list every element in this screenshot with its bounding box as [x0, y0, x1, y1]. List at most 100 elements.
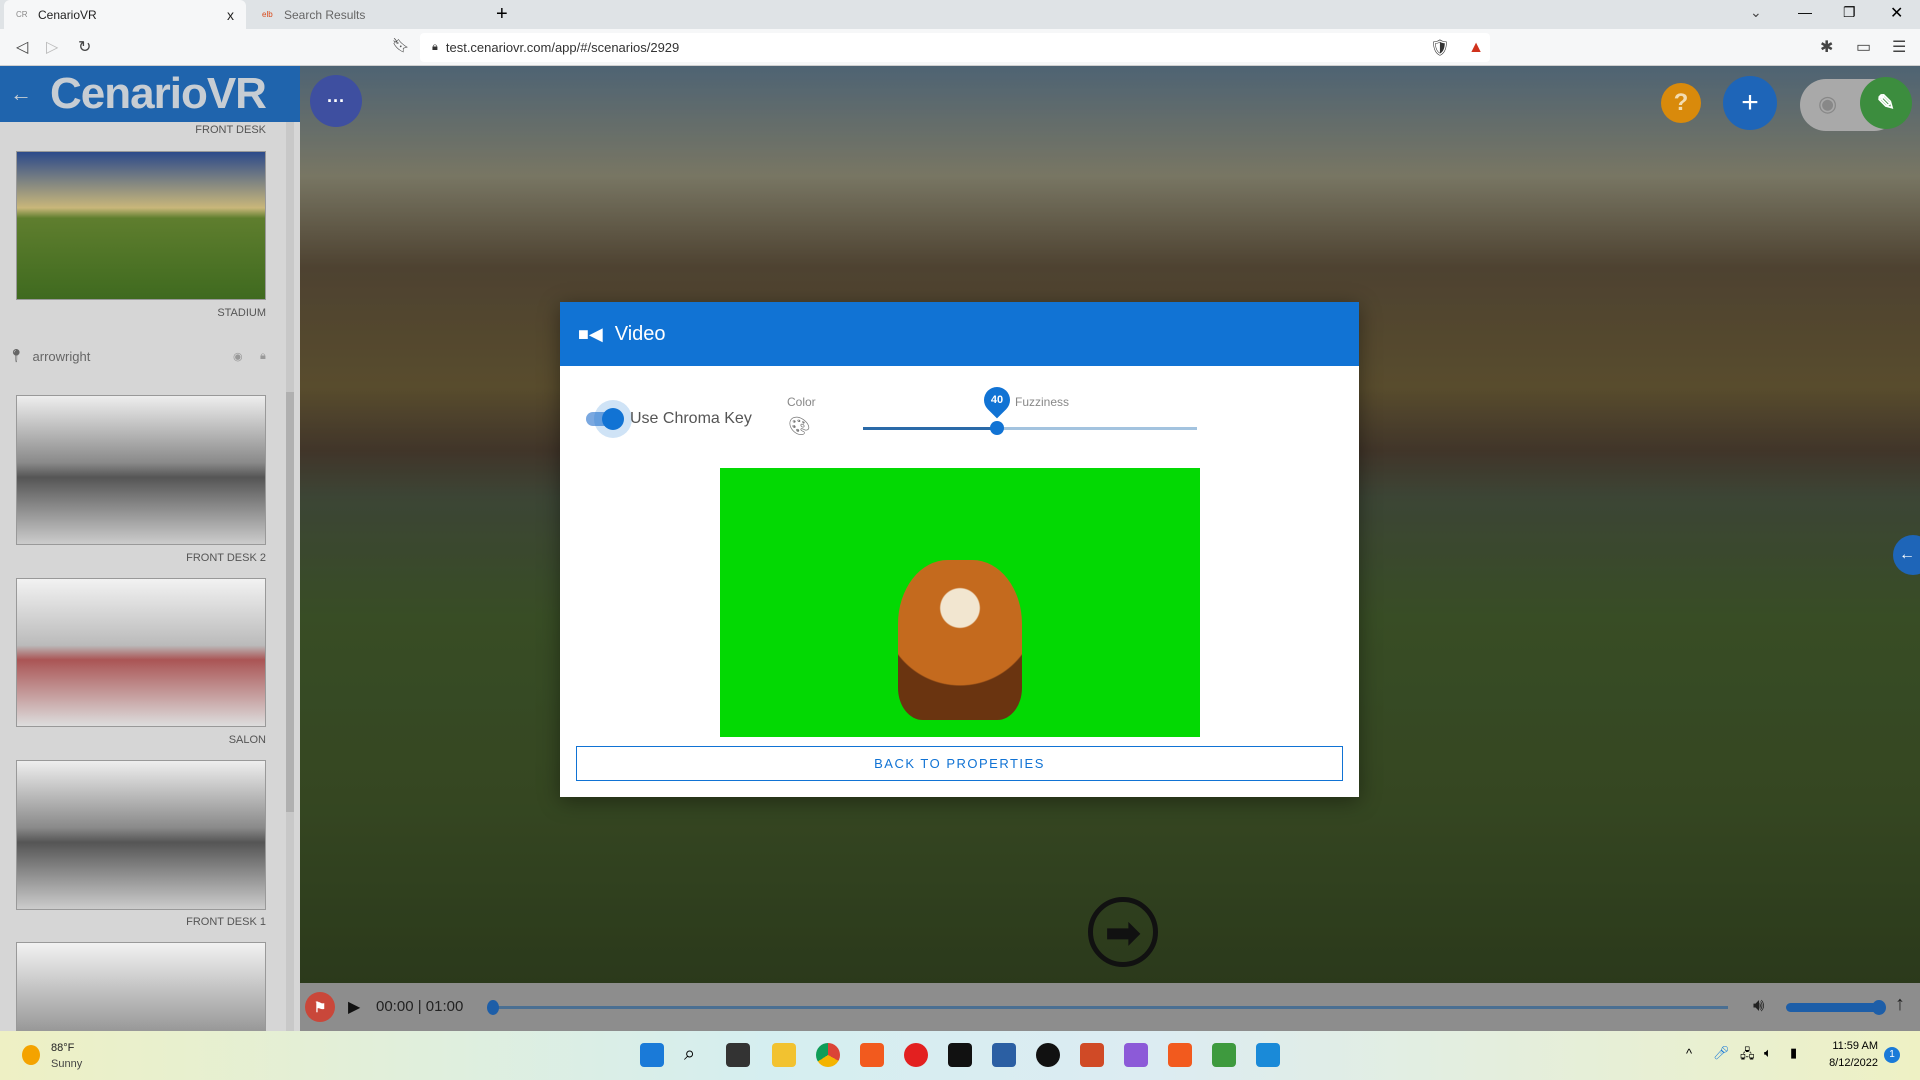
battery-icon[interactable]: ▮: [1790, 1045, 1797, 1061]
volume-thumb[interactable]: [1872, 1000, 1886, 1015]
notification-badge[interactable]: 1: [1884, 1047, 1900, 1063]
task-view-icon[interactable]: [726, 1043, 750, 1067]
slider-value-bubble: 40: [978, 381, 1015, 419]
color-picker-palette-icon[interactable]: 🎨︎: [788, 416, 811, 437]
scrollbar-thumb[interactable]: [286, 392, 294, 812]
clipchamp-icon[interactable]: [1124, 1043, 1148, 1067]
network-icon[interactable]: 🖧: [1740, 1045, 1755, 1067]
url-text: test.cenariovr.com/app/#/scenarios/2929: [445, 40, 680, 55]
fullscreen-arrow-up-icon[interactable]: ↑: [1895, 993, 1905, 1016]
scene-thumbnail[interactable]: [16, 942, 266, 1031]
video-preview[interactable]: [720, 468, 1200, 737]
bookmark-icon[interactable]: 🔖︎: [392, 37, 410, 54]
close-tab-icon[interactable]: x: [227, 7, 234, 23]
brave-shield-icon[interactable]: 🛡︎: [1430, 38, 1450, 58]
dialog-title: Video: [614, 322, 666, 345]
url-field[interactable]: 🔒︎ test.cenariovr.com/app/#/scenarios/29…: [420, 33, 1490, 62]
elb-favicon: elb: [262, 10, 273, 19]
arrow-left-icon: ←: [1899, 546, 1915, 563]
scene-sidebar: ← CenarioVR FRONT DESK STADIUM 📍︎ arrowr…: [0, 66, 300, 1031]
map-pin-icon: 📍︎: [8, 348, 25, 363]
back-to-properties-button[interactable]: BACK TO PROPERTIES: [576, 746, 1343, 781]
temperature[interactable]: 88°F: [51, 1042, 74, 1054]
chrome-icon[interactable]: [816, 1043, 840, 1067]
timeline-thumb[interactable]: [487, 1000, 499, 1015]
hotspot-row[interactable]: 📍︎ arrowright ◉ 🔒︎: [8, 346, 278, 366]
video-dialog: ■◀ Video Use Chroma Key Color 🎨︎ Fuzzine…: [560, 302, 1359, 797]
clock-time[interactable]: 11:59 AM: [1826, 1040, 1878, 1052]
forward-icon[interactable]: ▷: [46, 37, 58, 57]
brave-icon-2[interactable]: [1168, 1043, 1192, 1067]
new-tab-button[interactable]: +: [496, 3, 508, 26]
back-icon[interactable]: ◁: [16, 37, 28, 57]
slider-thumb[interactable]: [989, 421, 1004, 435]
volume-icon[interactable]: 🔊︎: [1753, 995, 1764, 1016]
add-button[interactable]: +: [1723, 76, 1777, 130]
address-bar-row: ◁ ▷ ↻ 🔖︎ 🔒︎ test.cenariovr.com/app/#/sce…: [0, 29, 1920, 66]
scenario-menu-button[interactable]: ···: [310, 75, 362, 127]
app-icon[interactable]: [1036, 1043, 1060, 1067]
hotspot-label: arrowright: [32, 348, 91, 364]
browser-tab-bar: CR CenarioVR x elb Search Results + ⌄ — …: [0, 0, 1920, 29]
scene-thumbnail-front-desk-2[interactable]: [16, 395, 266, 545]
microphone-icon[interactable]: 🎤︎: [1713, 1045, 1730, 1061]
chroma-key-label: Use Chroma Key: [630, 410, 752, 427]
browser-menu-icon[interactable]: ☰: [1892, 37, 1906, 57]
flag-icon: ⚑: [313, 998, 327, 1015]
video-camera-icon: ■◀: [578, 323, 603, 344]
fuzziness-slider[interactable]: 40: [863, 381, 1197, 435]
wallet-icon[interactable]: ▭: [1856, 37, 1871, 57]
tab-cenariovr[interactable]: CR CenarioVR x: [4, 0, 246, 29]
file-explorer-icon[interactable]: [772, 1043, 796, 1067]
slider-value: 40: [990, 394, 1003, 406]
lock-icon[interactable]: 🔒︎: [260, 350, 266, 363]
youtube-music-icon[interactable]: [904, 1043, 928, 1067]
record-hotspot-button[interactable]: ⚑: [305, 992, 335, 1022]
edit-button[interactable]: ✎: [1860, 77, 1912, 129]
app-icon-3[interactable]: [1256, 1043, 1280, 1067]
speaker-icon[interactable]: 🔈︎: [1764, 1045, 1772, 1061]
back-arrow-icon[interactable]: ←: [10, 81, 32, 107]
app-icon-2[interactable]: [1212, 1043, 1236, 1067]
powerpoint-icon[interactable]: [1080, 1043, 1104, 1067]
time-display: 00:00 | 01:00: [376, 998, 464, 1015]
brave-rewards-icon[interactable]: ▲: [1468, 39, 1484, 57]
cenariovr-logo: CenarioVR: [50, 69, 267, 118]
close-window-icon[interactable]: ✕: [1890, 3, 1903, 23]
color-label: Color: [787, 395, 816, 409]
toggle-knob[interactable]: [602, 408, 624, 430]
tab-label: CenarioVR: [38, 7, 97, 22]
play-icon[interactable]: ▶: [348, 997, 360, 1017]
help-button[interactable]: ?: [1661, 83, 1701, 123]
visibility-icon[interactable]: ◉: [233, 350, 243, 363]
scene-thumbnail-stadium[interactable]: [16, 151, 266, 300]
clock-date[interactable]: 8/12/2022: [1820, 1057, 1878, 1069]
notebook-app-icon[interactable]: [992, 1043, 1016, 1067]
volume-slider[interactable]: [1786, 1000, 1886, 1015]
sidebar-scrollbar[interactable]: [286, 122, 294, 1031]
lock-icon: 🔒︎: [432, 41, 438, 53]
scene-label: SALON: [228, 734, 266, 746]
show-hidden-icons-chevron[interactable]: ^: [1686, 1046, 1692, 1061]
tab-search-chevron-icon[interactable]: ⌄: [1750, 4, 1762, 21]
tab-label: Search Results: [284, 7, 366, 22]
arrow-right-icon: ➡: [1105, 908, 1141, 956]
minimize-icon[interactable]: —: [1798, 4, 1812, 20]
reload-icon[interactable]: ↻: [78, 37, 91, 57]
hotspot-arrow-right[interactable]: ➡: [1088, 897, 1158, 967]
tiger-image: [898, 560, 1022, 720]
search-icon[interactable]: ⌕: [684, 1043, 708, 1067]
windows-taskbar: 88°F Sunny ⌕ ^ 🎤︎ 🖧 🔈︎ ▮ 11:59 AM 8/12/2…: [0, 1031, 1920, 1080]
weather-condition[interactable]: Sunny: [51, 1058, 82, 1070]
scene-thumbnail-front-desk-1[interactable]: [16, 760, 266, 910]
extensions-icon[interactable]: ✱: [1820, 37, 1833, 57]
brave-icon[interactable]: [860, 1043, 884, 1067]
restore-icon[interactable]: ❐: [1843, 4, 1856, 21]
scene-thumbnail-salon[interactable]: [16, 578, 266, 727]
windows-start-icon[interactable]: [640, 1043, 664, 1067]
weather-sun-icon: [22, 1045, 40, 1065]
plex-icon[interactable]: [948, 1043, 972, 1067]
chroma-key-toggle[interactable]: [586, 408, 624, 430]
tab-search-results[interactable]: elb Search Results: [250, 0, 480, 29]
timeline-slider[interactable]: [487, 1000, 1728, 1015]
